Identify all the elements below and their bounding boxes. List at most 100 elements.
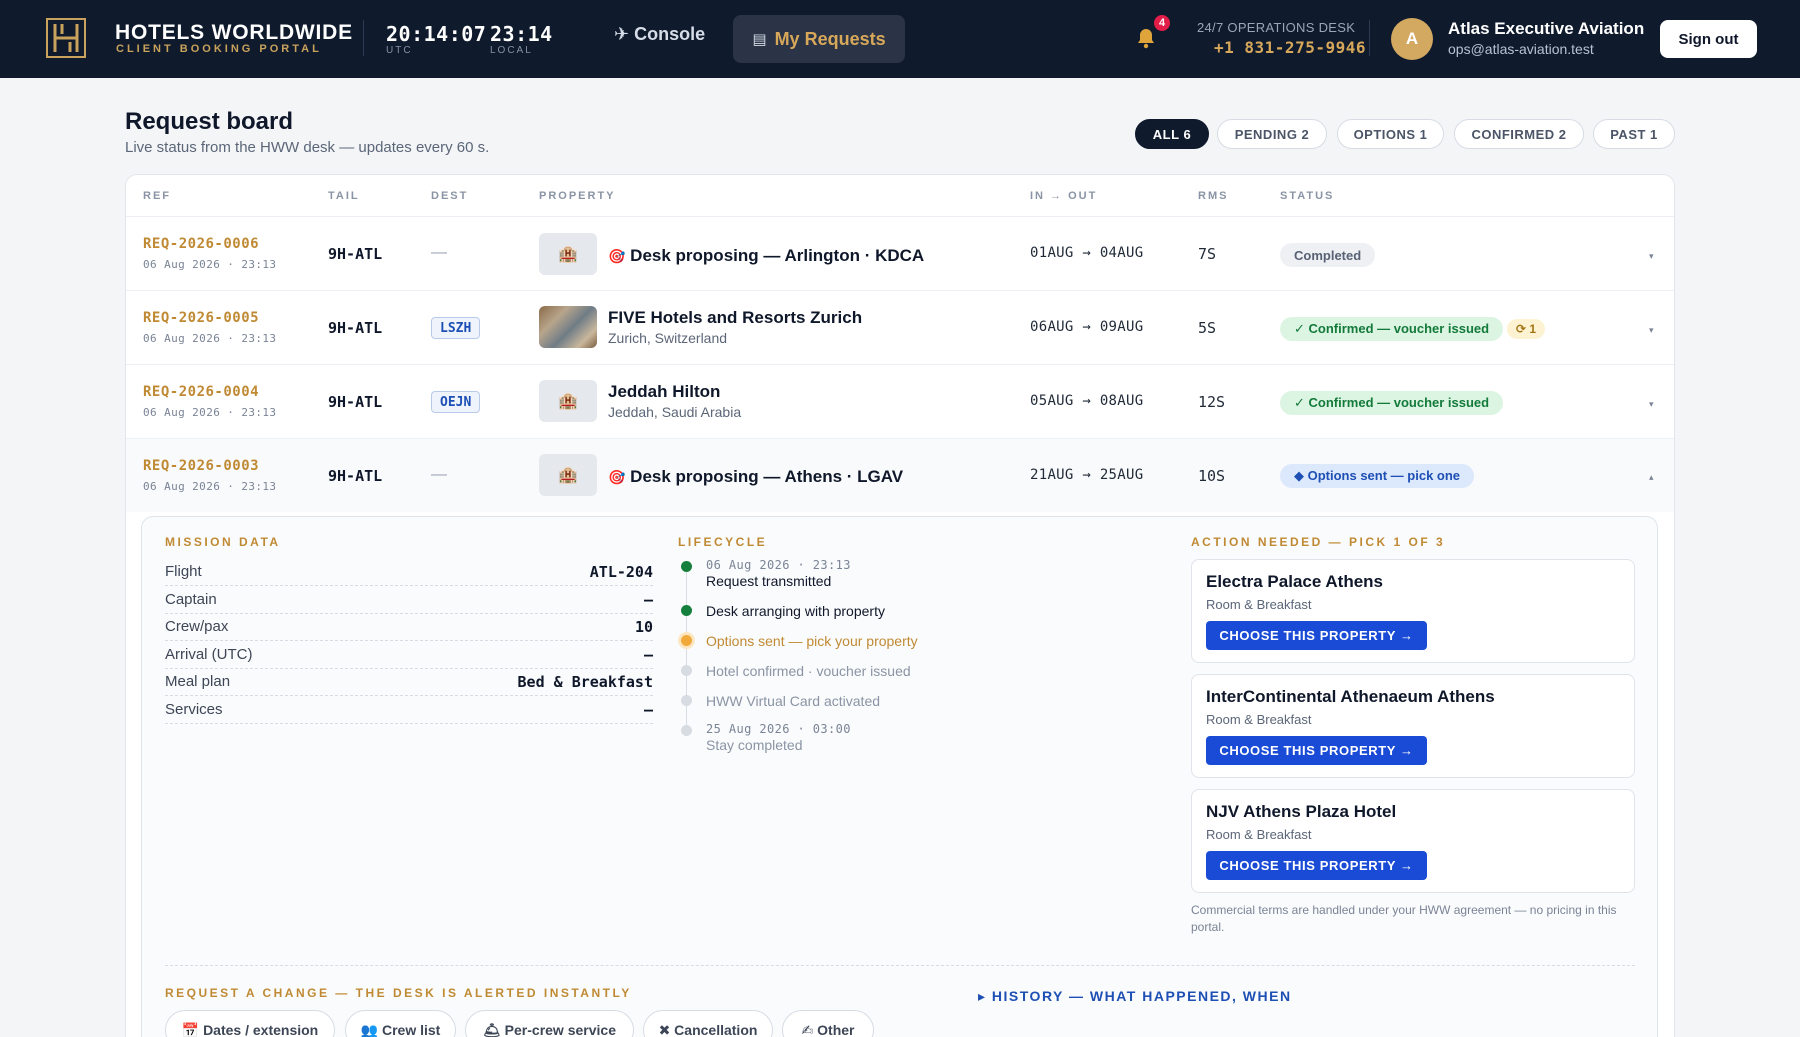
divider	[165, 695, 653, 696]
choose-property-button[interactable]: CHOOSE THIS PROPERTY →	[1206, 736, 1427, 765]
step-pending-dot	[681, 665, 692, 676]
change-other-button[interactable]: ✍ Other	[782, 1010, 874, 1037]
option-meal-plan: Room & Breakfast	[1206, 597, 1312, 612]
plane-icon: ✈	[614, 24, 630, 44]
nav-console[interactable]: ✈ Console	[614, 24, 705, 45]
action-needed-label: ACTION NEEDED — PICK 1 OF 3	[1191, 535, 1446, 549]
request-date: 06 Aug 2026 · 23:13	[143, 406, 277, 419]
divider	[165, 613, 653, 614]
filter-options[interactable]: OPTIONS 1	[1337, 119, 1444, 149]
step-pending-dot	[681, 695, 692, 706]
status-badge: ✓ Confirmed — voucher issued	[1280, 391, 1504, 415]
step-current-dot	[681, 635, 692, 646]
request-ref[interactable]: REQ-2026-0006	[143, 236, 259, 252]
mission-key: Meal plan	[165, 673, 231, 690]
change-service-button[interactable]: 🛎 Per-crew service	[465, 1010, 634, 1037]
divider	[363, 20, 364, 56]
sign-out-button[interactable]: Sign out	[1660, 20, 1757, 58]
property-name: 🎯 Desk proposing — Athens · LGAV	[608, 467, 904, 486]
rooms: 10S	[1198, 467, 1226, 485]
option-meal-plan: Room & Breakfast	[1206, 712, 1312, 727]
col-ref: REF	[143, 190, 171, 202]
request-date: 06 Aug 2026 · 23:13	[143, 258, 277, 271]
step-text: Request transmitted	[706, 573, 832, 589]
step-text: Options sent — pick your property	[706, 633, 918, 649]
divider	[1369, 20, 1370, 56]
option-card: NJV Athens Plaza Hotel Room & Breakfast …	[1191, 789, 1635, 893]
step-text: Desk arranging with property	[706, 603, 885, 619]
local-label: LOCAL	[490, 45, 533, 56]
utc-label: UTC	[386, 45, 413, 56]
change-dates-button[interactable]: 📅 Dates / extension	[165, 1010, 335, 1037]
history-toggle[interactable]: ▸ HISTORY — WHAT HAPPENED, WHEN	[978, 988, 1292, 1005]
request-ref[interactable]: REQ-2026-0004	[143, 384, 259, 400]
status-badge: ✓ Confirmed — voucher issued	[1280, 317, 1504, 341]
expand-chevron-icon[interactable]: ▾	[1649, 325, 1654, 336]
step-done-dot	[681, 561, 692, 572]
mission-key: Arrival (UTC)	[165, 646, 253, 663]
mission-key: Services	[165, 701, 223, 718]
step-text: Hotel confirmed · voucher issued	[706, 663, 911, 679]
tail-number: 9H-ATL	[328, 393, 383, 411]
filter-all[interactable]: ALL 6	[1135, 119, 1209, 149]
change-count-badge: ⟳ 1	[1507, 319, 1546, 339]
lifecycle-label: LIFECYCLE	[678, 535, 768, 549]
col-property: PROPERTY	[539, 190, 616, 202]
page-title: Request board	[125, 108, 294, 135]
request-change-label: REQUEST A CHANGE — THE DESK IS ALERTED I…	[165, 986, 632, 1000]
mission-value: —	[643, 701, 653, 719]
avatar[interactable]: A	[1391, 18, 1433, 60]
stay-dates: 05AUG → 08AUG	[1030, 393, 1144, 409]
rooms: 5S	[1198, 319, 1217, 337]
filter-past[interactable]: PAST 1	[1593, 119, 1675, 149]
ops-desk-phone[interactable]: +1 831-275-9946	[1214, 38, 1366, 57]
property-name: 🎯 Desk proposing — Arlington · KDCA	[608, 246, 925, 265]
option-card: Electra Palace Athens Room & Breakfast C…	[1191, 559, 1635, 663]
nav-my-requests[interactable]: ▤ My Requests	[733, 15, 905, 63]
divider	[165, 965, 1635, 966]
utc-clock: 20:14:07	[386, 22, 487, 46]
hotel-icon: 🏨	[539, 380, 597, 422]
option-hotel-name: NJV Athens Plaza Hotel	[1206, 802, 1397, 821]
change-cancel-button[interactable]: ✖ Cancellation	[643, 1010, 773, 1037]
request-date: 06 Aug 2026 · 23:13	[143, 480, 277, 493]
change-crew-button[interactable]: 👥 Crew list	[345, 1010, 456, 1037]
status-badge: Completed	[1280, 243, 1376, 267]
mission-value: —	[643, 646, 653, 664]
dest-code: LSZH	[431, 317, 481, 339]
nav-my-requests-label: My Requests	[774, 28, 886, 49]
option-card: InterContinental Athenaeum Athens Room &…	[1191, 674, 1635, 778]
target-icon: 🎯	[608, 469, 626, 485]
ops-desk-label: 24/7 OPERATIONS DESK	[1197, 20, 1356, 35]
step-text: HWW Virtual Card activated	[706, 693, 881, 709]
option-hotel-name: Electra Palace Athens	[1206, 572, 1384, 591]
choose-property-button[interactable]: CHOOSE THIS PROPERTY →	[1206, 621, 1427, 650]
property-name: FIVE Hotels and Resorts Zurich	[608, 308, 863, 327]
property-location: Zurich, Switzerland	[608, 330, 728, 346]
option-hotel-name: InterContinental Athenaeum Athens	[1206, 687, 1495, 706]
filter-confirmed[interactable]: CONFIRMED 2	[1454, 119, 1584, 149]
request-ref[interactable]: REQ-2026-0003	[143, 458, 259, 474]
filter-pending[interactable]: PENDING 2	[1217, 119, 1327, 149]
mission-key: Captain	[165, 591, 217, 608]
mission-key: Crew/pax	[165, 618, 229, 635]
request-date: 06 Aug 2026 · 23:13	[143, 332, 277, 345]
step-done-dot	[681, 605, 692, 616]
nav-console-label: Console	[634, 24, 706, 44]
divider	[165, 585, 653, 586]
col-rooms: RMS	[1198, 190, 1229, 202]
tail-number: 9H-ATL	[328, 319, 383, 337]
mission-value: Bed & Breakfast	[517, 673, 653, 691]
brand-title: HOTELS WORLDWIDE	[115, 21, 353, 44]
mission-key: Flight	[165, 563, 202, 580]
expand-chevron-icon[interactable]: ▾	[1649, 251, 1654, 262]
collapse-chevron-icon[interactable]: ▴	[1649, 472, 1654, 483]
rooms: 7S	[1198, 245, 1217, 263]
col-dates: IN → OUT	[1030, 190, 1098, 202]
choose-property-button[interactable]: CHOOSE THIS PROPERTY →	[1206, 851, 1427, 880]
option-meal-plan: Room & Breakfast	[1206, 827, 1312, 842]
request-ref[interactable]: REQ-2026-0005	[143, 310, 259, 326]
tail-number: 9H-ATL	[328, 467, 383, 485]
mission-value: ATL-204	[589, 563, 653, 581]
expand-chevron-icon[interactable]: ▾	[1649, 399, 1654, 410]
